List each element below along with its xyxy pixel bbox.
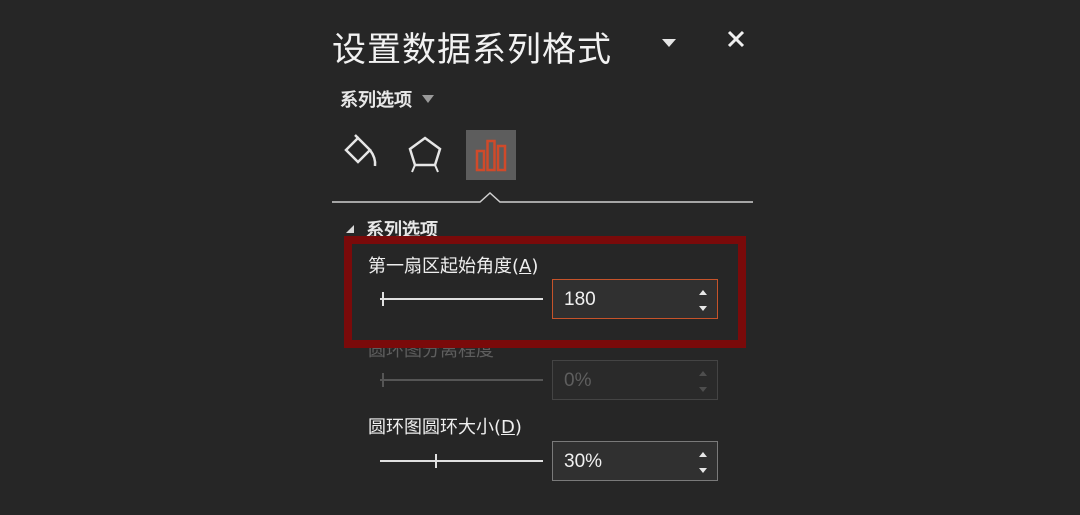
triangle-expanded-icon — [346, 225, 354, 233]
spin-down-icon[interactable] — [697, 465, 709, 475]
tab-series-options[interactable] — [466, 130, 516, 180]
doughnut-explosion-value: 0% — [564, 370, 592, 391]
slider-track — [380, 460, 543, 462]
spin-up-icon — [697, 368, 709, 378]
doughnut-hole-size-slider[interactable] — [380, 451, 543, 471]
pentagon-icon — [408, 136, 442, 173]
format-data-series-pane: 设置数据系列格式 系列选项 系列选项 第一扇区起始角度(A) 180 圆环图分离… — [0, 0, 1080, 515]
chevron-down-icon — [422, 95, 434, 103]
tab-effects[interactable] — [400, 128, 450, 178]
pane-options-dropdown-icon[interactable] — [660, 34, 678, 47]
doughnut-explosion-spinbox: 0% — [552, 360, 718, 400]
slider-thumb[interactable] — [435, 454, 437, 468]
annotation-highlight-box — [344, 236, 746, 348]
doughnut-hole-size-accesskey: D — [501, 417, 515, 438]
spin-down-icon — [697, 384, 709, 394]
doughnut-hole-size-label: 圆环图圆环大小(D) — [368, 417, 522, 438]
doughnut-hole-size-value[interactable]: 30% — [564, 451, 602, 473]
doughnut-hole-size-label-text: 圆环图圆环大小 — [368, 417, 494, 438]
pane-title: 设置数据系列格式 — [332, 30, 612, 70]
slider-thumb — [382, 373, 384, 387]
doughnut-explosion-slider — [380, 370, 543, 390]
series-options-dropdown-label: 系列选项 — [340, 90, 412, 111]
doughnut-hole-size-spinbox[interactable]: 30% — [552, 441, 718, 481]
slider-track — [380, 379, 543, 381]
series-options-dropdown[interactable]: 系列选项 — [340, 86, 436, 112]
bar-chart-icon — [475, 139, 507, 172]
close-icon[interactable] — [724, 27, 748, 51]
spin-up-icon[interactable] — [697, 449, 709, 459]
tab-fill-line[interactable] — [334, 128, 384, 178]
paint-bucket-icon — [344, 134, 377, 167]
tab-divider — [332, 191, 753, 203]
